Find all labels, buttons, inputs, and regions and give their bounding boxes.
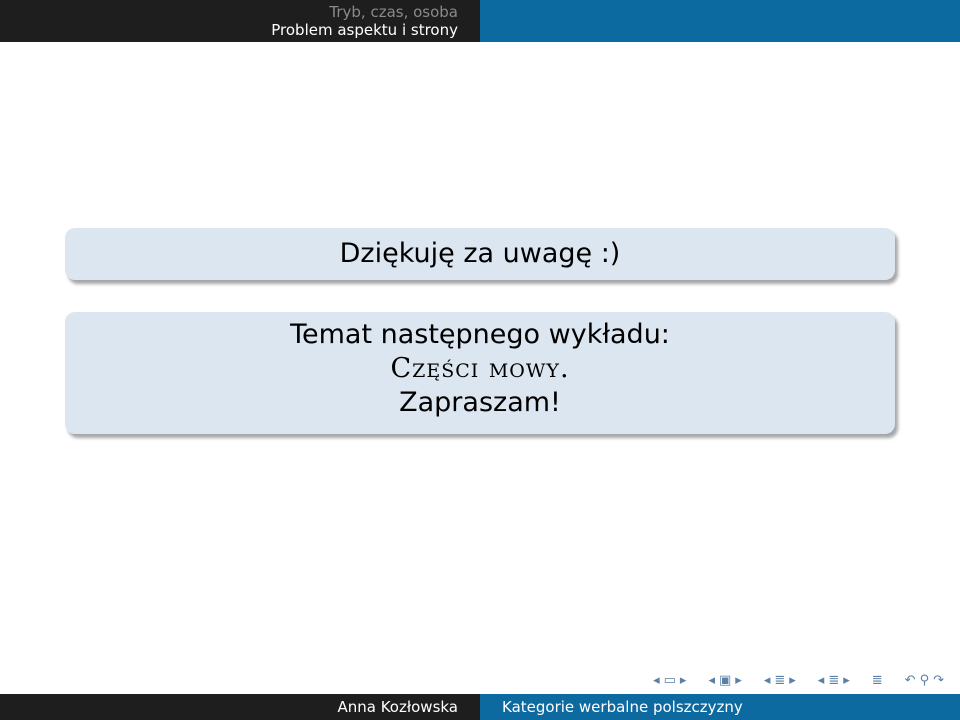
nav-back-icon[interactable]: ↶	[903, 673, 918, 688]
nav-prev-subsection-icon[interactable]: ◂	[706, 673, 717, 688]
nav-next-section-icon[interactable]: ▸	[787, 673, 798, 688]
header-bar: Tryb, czas, osoba Problem aspektu i stro…	[0, 0, 960, 42]
next-topic-title: Części mowy.	[390, 353, 570, 384]
nav-frame-icon[interactable]: ▭	[662, 673, 678, 688]
invite-text: Zapraszam!	[399, 387, 561, 418]
header-left: Tryb, czas, osoba Problem aspektu i stro…	[0, 0, 480, 42]
nav-next-subsection-icon[interactable]: ▸	[733, 673, 744, 688]
nav-forward-icon[interactable]: ↷	[931, 673, 946, 688]
next-topic-block: Temat następnego wykładu: Części mowy. Z…	[65, 312, 895, 434]
beamer-navigation: ◂ ▭ ▸ ◂ ▣ ▸ ◂ ≣ ▸ ◂ ≣ ▸ ≣ ↶ ⚲ ↷	[651, 670, 946, 690]
nav-prev-part-icon[interactable]: ◂	[816, 673, 827, 688]
nav-section-icon[interactable]: ≣	[772, 673, 787, 688]
nav-next-part-icon[interactable]: ▸	[841, 673, 852, 688]
nav-search-icon[interactable]: ⚲	[918, 673, 932, 688]
nav-prev-section-icon[interactable]: ◂	[762, 673, 773, 688]
next-topic-label: Temat następnego wykładu:	[290, 319, 670, 350]
nav-part-icon[interactable]: ≣	[826, 673, 841, 688]
nav-prev-slide-icon[interactable]: ◂	[651, 673, 662, 688]
nav-document-icon[interactable]: ≣	[870, 673, 885, 688]
header-right	[480, 0, 960, 42]
footer-author[interactable]: Anna Kozłowska	[0, 694, 480, 720]
footer-bar: Anna Kozłowska Kategorie werbalne polszc…	[0, 694, 960, 720]
header-section-title[interactable]: Tryb, czas, osoba	[329, 3, 458, 21]
header-subsection-title[interactable]: Problem aspektu i strony	[271, 21, 458, 39]
footer-title[interactable]: Kategorie werbalne polszczyzny	[480, 694, 960, 720]
thanks-text: Dziękuję za uwagę :)	[339, 238, 621, 269]
nav-next-slide-icon[interactable]: ▸	[678, 673, 689, 688]
nav-subsection-icon[interactable]: ▣	[717, 673, 733, 688]
thanks-block: Dziękuję za uwagę :)	[65, 228, 895, 280]
